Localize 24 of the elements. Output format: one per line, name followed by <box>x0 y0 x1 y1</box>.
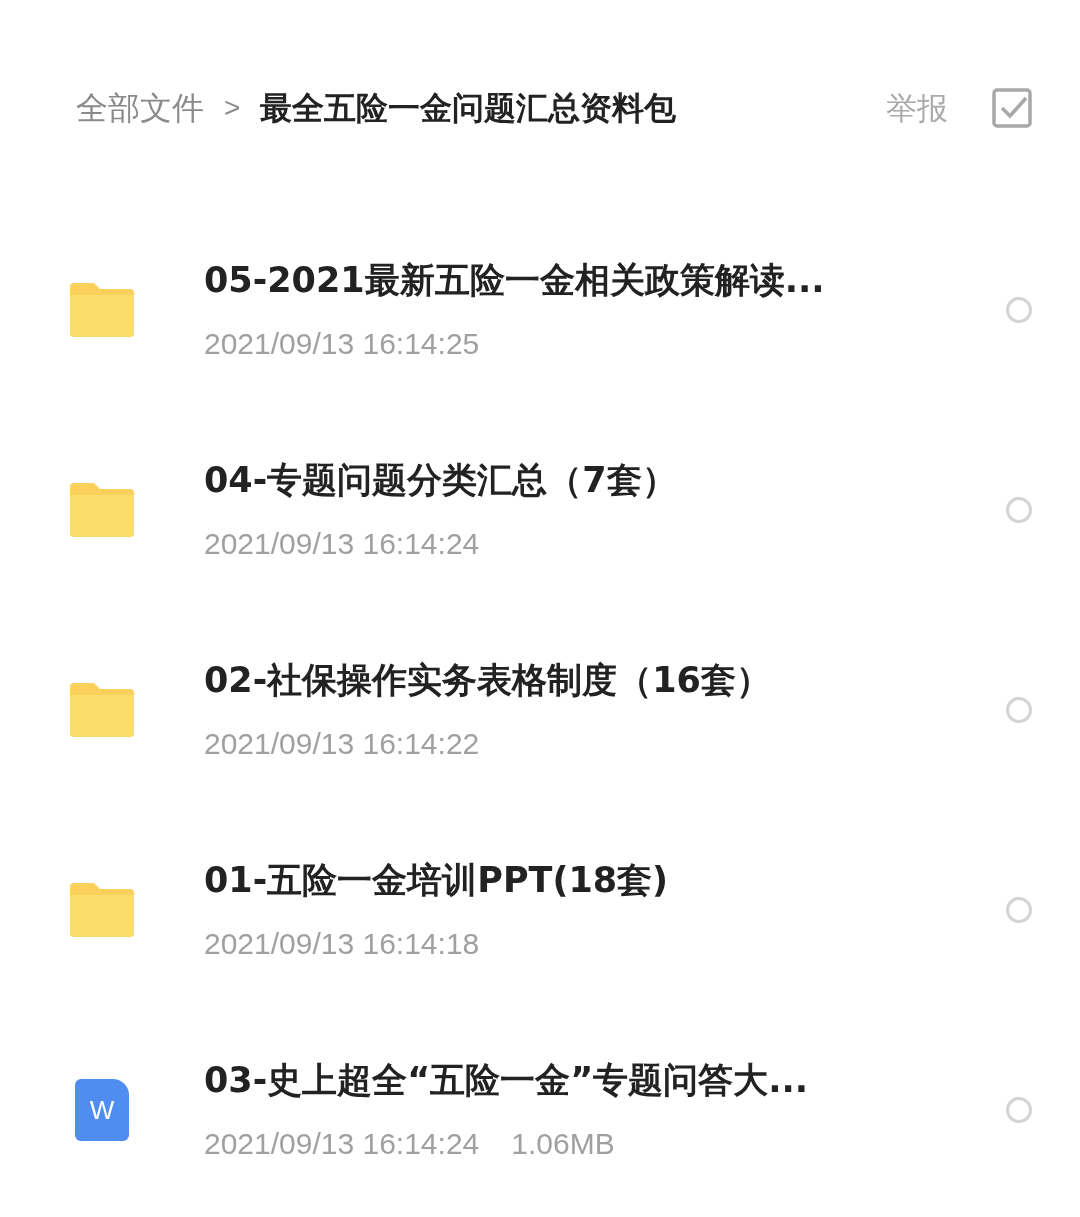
select-radio[interactable] <box>1006 897 1032 923</box>
folder-icon <box>70 883 134 937</box>
file-name[interactable]: 04-专题问题分类汇总（7套） <box>204 454 1006 507</box>
word-document-icon: W <box>75 1079 129 1141</box>
select-radio[interactable] <box>1006 297 1032 323</box>
file-name[interactable]: 03-史上超全“五险一金”专题问答大... <box>204 1054 1006 1107</box>
select-radio[interactable] <box>1006 697 1032 723</box>
checkbox-icon[interactable] <box>992 88 1032 128</box>
file-date: 2021/09/13 16:14:18 <box>204 925 480 962</box>
file-name[interactable]: 05-2021最新五险一金相关政策解读... <box>204 254 1006 307</box>
file-date: 2021/09/13 16:14:22 <box>204 725 480 762</box>
file-size: 1.06MB <box>511 1125 615 1162</box>
folder-icon <box>70 683 134 737</box>
file-name[interactable]: 01-五险一金培训PPT(18套) <box>204 854 1006 907</box>
file-date: 2021/09/13 16:14:24 <box>204 525 480 562</box>
file-date: 2021/09/13 16:14:24 <box>204 1125 480 1162</box>
folder-icon <box>70 283 134 337</box>
file-date: 2021/09/13 16:14:25 <box>204 325 480 362</box>
file-name[interactable]: 02-社保操作实务表格制度（16套） <box>204 654 1006 707</box>
select-radio[interactable] <box>1006 497 1032 523</box>
breadcrumb-separator: > <box>224 91 241 125</box>
select-radio[interactable] <box>1006 1097 1032 1123</box>
folder-icon <box>70 483 134 537</box>
breadcrumb-current: 最全五险一金问题汇总资料包 <box>260 88 677 129</box>
